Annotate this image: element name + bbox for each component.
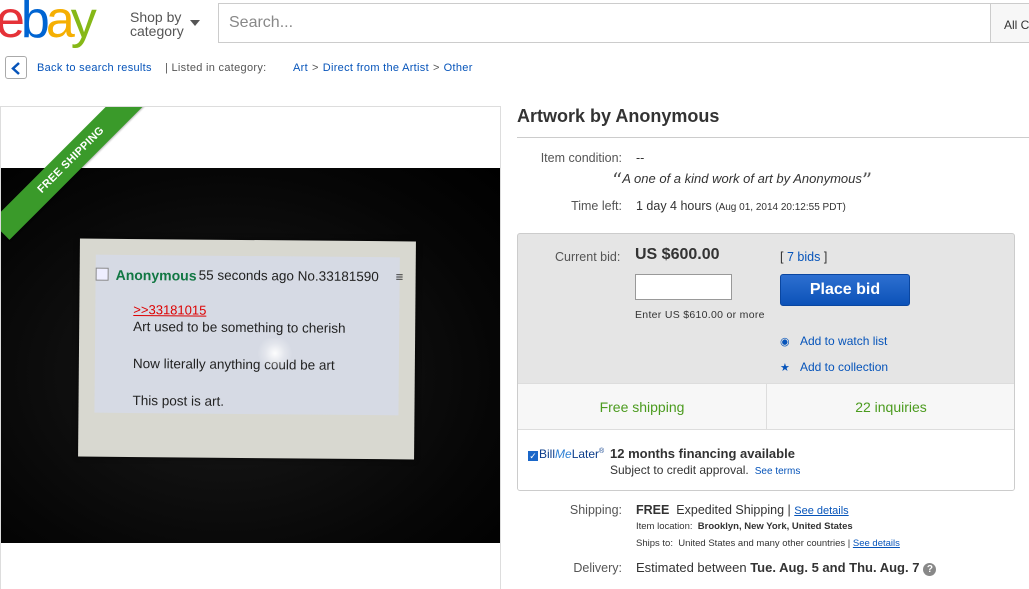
time-left-value: 1 day 4 hours	[636, 199, 712, 213]
bid-summary-row: Free shipping 22 inquiries	[518, 383, 1014, 431]
billmelater-logo: ✓ BillMeLater®	[528, 447, 604, 461]
item-image-panel[interactable]: Anonymous 55 seconds ago No.33181590 ≡ >…	[0, 106, 501, 589]
crumb-direct-from-artist[interactable]: Direct from the Artist	[323, 62, 429, 74]
shipping-free: FREE	[636, 503, 670, 517]
back-button[interactable]	[5, 56, 27, 79]
bracket-open: [	[780, 250, 784, 264]
checkbox-icon	[95, 267, 109, 281]
min-bid-hint: Enter US $610.00 or more	[635, 309, 765, 321]
search-box	[218, 3, 991, 43]
menu-icon: ≡	[395, 269, 404, 285]
time-left: 1 day 4 hours (Aug 01, 2014 20:12:55 PDT…	[636, 199, 846, 213]
help-icon[interactable]: ?	[923, 563, 937, 576]
shipping-label: Shipping:	[569, 503, 622, 517]
post-author: Anonymous	[115, 266, 197, 284]
place-bid-button[interactable]: Place bid	[780, 274, 910, 306]
bml-bill: Bill	[539, 447, 556, 461]
financing-panel: ✓ BillMeLater® 12 months financing availa…	[518, 430, 1014, 490]
bml-later: Later	[571, 447, 600, 461]
bid-box: Current bid: US $600.00 [ 7 bids ] Place…	[517, 233, 1015, 491]
listed-in-label: | Listed in category:	[165, 62, 267, 74]
eye-icon: ◉	[780, 336, 790, 348]
add-to-watch-list-link[interactable]: ◉ Add to watch list	[780, 334, 887, 348]
shipping-value: FREE Expedited Shipping | See details	[636, 503, 849, 517]
delivery-dates: Tue. Aug. 5 and Thu. Aug. 7	[750, 560, 920, 575]
free-shipping-badge: Free shipping	[599, 399, 685, 415]
logo-letter-e: e	[0, 0, 25, 49]
bids-link[interactable]: 7 bids	[787, 250, 820, 264]
post-line-1: Art used to be something to cherish	[133, 319, 346, 336]
item-location-value: Brooklyn, New York, United States	[697, 521, 853, 532]
item-location-label: Item location:	[636, 521, 693, 532]
header: ebay Shop by category All C	[0, 0, 1029, 48]
ships-to-label: Ships to:	[636, 538, 673, 549]
current-bid-label: Current bid:	[555, 250, 621, 264]
item-photo[interactable]: Anonymous 55 seconds ago No.33181590 ≡ >…	[1, 168, 500, 543]
condition-value: --	[636, 151, 645, 165]
shop-by-line2: category	[130, 23, 184, 39]
bml-me: Me	[555, 447, 572, 461]
financing-note: Subject to credit approval.	[610, 463, 749, 477]
logo-letter-y: y	[70, 0, 97, 49]
post-meta: 55 seconds ago No.33181590	[198, 267, 379, 285]
seller-note: “A one of a kind work of art by Anonymou…	[612, 168, 872, 192]
seller-note-text: A one of a kind work of art by Anonymous	[622, 171, 862, 186]
condition-label: Item condition:	[540, 151, 622, 165]
see-terms-link[interactable]: See terms	[755, 466, 801, 477]
post-reply-link: >>33181015	[133, 302, 207, 318]
quote-open: “	[612, 168, 623, 192]
ships-to-details-link[interactable]: See details	[853, 538, 900, 549]
star-icon: ★	[780, 362, 790, 374]
shipping-details-link[interactable]: See details	[794, 505, 848, 517]
crumb-separator: >	[432, 62, 440, 74]
category-select[interactable]: All C	[991, 3, 1029, 43]
divider	[517, 137, 1029, 138]
chevron-left-icon	[11, 62, 20, 75]
ships-to: Ships to: United States and many other c…	[636, 538, 900, 549]
quote-close: ”	[861, 168, 873, 192]
delivery-text: Estimated between	[636, 560, 747, 575]
current-bid-price: US $600.00	[635, 246, 720, 263]
post-line-3: This post is art.	[132, 393, 225, 409]
financing-sub: Subject to credit approval. See terms	[610, 463, 800, 477]
picture-frame: Anonymous 55 seconds ago No.33181590 ≡ >…	[78, 238, 416, 460]
crumb-art[interactable]: Art	[293, 62, 308, 74]
flash-glare	[254, 338, 296, 369]
watch-label: Add to watch list	[800, 334, 888, 348]
delivery-label: Delivery:	[573, 561, 622, 575]
post-line-2: Now literally anything could be art	[132, 356, 335, 373]
crumb-separator: >	[311, 62, 319, 74]
shipping-method: Expedited Shipping |	[676, 503, 791, 517]
financing-title: 12 months financing available	[610, 446, 795, 461]
logo-letter-b: b	[20, 0, 50, 49]
ships-to-value: United States and many other countries |	[678, 538, 851, 549]
item-location: Item location: Brooklyn, New York, Unite…	[636, 521, 853, 532]
category-path: Art > Direct from the Artist > Other	[293, 62, 473, 74]
shop-by-line1: Shop by	[130, 9, 182, 25]
end-time: (Aug 01, 2014 20:12:55 PDT)	[715, 202, 846, 213]
bracket-close: ]	[823, 250, 828, 264]
search-input[interactable]	[229, 4, 969, 42]
check-icon: ✓	[528, 451, 538, 461]
bid-amount-input[interactable]	[635, 274, 732, 300]
bml-reg: ®	[599, 448, 605, 455]
add-to-collection-link[interactable]: ★ Add to collection	[780, 360, 888, 374]
inquiries-count: 22 inquiries	[855, 399, 927, 415]
delivery-estimate: Estimated between Tue. Aug. 5 and Thu. A…	[636, 560, 937, 576]
item-title: Artwork by Anonymous	[517, 106, 720, 126]
time-left-label: Time left:	[571, 199, 622, 213]
logo-letter-a: a	[45, 0, 75, 49]
framed-post: Anonymous 55 seconds ago No.33181590 ≡ >…	[94, 254, 403, 416]
caret-down-icon[interactable]	[190, 20, 200, 26]
crumb-other[interactable]: Other	[444, 62, 473, 74]
bid-count: [ 7 bids ]	[780, 250, 827, 264]
breadcrumb: Back to search results | Listed in categ…	[5, 56, 605, 80]
collection-label: Add to collection	[800, 360, 889, 374]
back-to-search-link[interactable]: Back to search results	[37, 62, 152, 74]
ebay-logo[interactable]: ebay	[0, 0, 97, 49]
shop-by-category-button[interactable]: Shop by category	[130, 10, 184, 38]
